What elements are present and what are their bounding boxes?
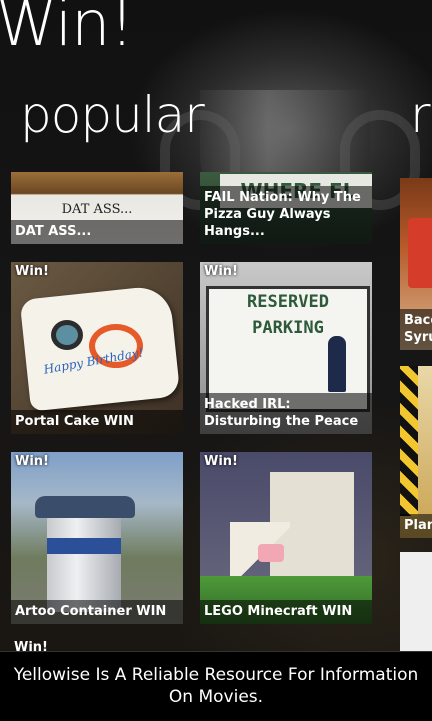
win-tag: Win!: [204, 264, 238, 279]
section-header-popular[interactable]: popular: [20, 82, 205, 148]
section-header-next[interactable]: r: [410, 82, 431, 148]
tile-image: [400, 552, 432, 652]
tile-image: [11, 452, 183, 624]
r2-body: [47, 508, 121, 612]
portal-blue: [51, 320, 83, 350]
warning-stripes: [400, 366, 418, 516]
sign-line-1: RESERVED: [247, 292, 329, 312]
tile-caption: LEGO Minecraft WIN: [200, 600, 372, 624]
tile-caption: FAIL Nation: Why The Pizza Guy Always Ha…: [200, 186, 372, 244]
tile-lego-minecraft[interactable]: Win! LEGO Minecraft WIN: [200, 452, 372, 624]
r2-band: [47, 538, 121, 554]
side-tile-syrup[interactable]: Baco Syrup: [400, 178, 432, 350]
lego-pig: [258, 544, 284, 562]
app-title: Win!: [0, 0, 134, 60]
tile-portal-cake[interactable]: Happy Birthday! Win! Portal Cake WIN: [11, 262, 183, 434]
tile-caption: Baco Syrup: [400, 309, 432, 350]
tile-caption: Artoo Container WIN: [11, 600, 183, 624]
tile-image: Happy Birthday!: [11, 262, 183, 434]
tile-caption: Plank: [400, 514, 432, 538]
tile-caption: Portal Cake WIN: [11, 410, 183, 434]
side-tile-plank[interactable]: Plank: [400, 366, 432, 538]
win-tag: Win!: [204, 454, 238, 469]
tile-caption: Hacked IRL: Disturbing the Peace: [200, 393, 372, 434]
tile-dat-ass[interactable]: DAT ASS... DAT ASS...: [11, 172, 183, 244]
tile-image: [200, 452, 372, 624]
syrup-label: [408, 218, 432, 288]
r2-dome: [35, 496, 135, 518]
meme-text: DAT ASS...: [61, 202, 133, 217]
tile-fail-nation[interactable]: WHERE FL FAIL Nation: Why The Pizza Guy …: [200, 172, 372, 244]
win-tag: Win!: [15, 264, 49, 279]
tile-image: [400, 366, 432, 538]
notification-banner[interactable]: Yellowise Is A Reliable Resource For Inf…: [0, 651, 432, 721]
tile-caption: DAT ASS...: [11, 220, 183, 244]
side-tile-3[interactable]: [400, 552, 432, 652]
notification-text: Yellowise Is A Reliable Resource For Inf…: [13, 665, 419, 707]
win-tag: Win!: [15, 454, 49, 469]
officer-figure: [328, 336, 346, 392]
tile-artoo-container[interactable]: Win! Artoo Container WIN: [11, 452, 183, 624]
tile-hacked-irl[interactable]: RESERVED PARKING Win! Hacked IRL: Distur…: [200, 262, 372, 434]
